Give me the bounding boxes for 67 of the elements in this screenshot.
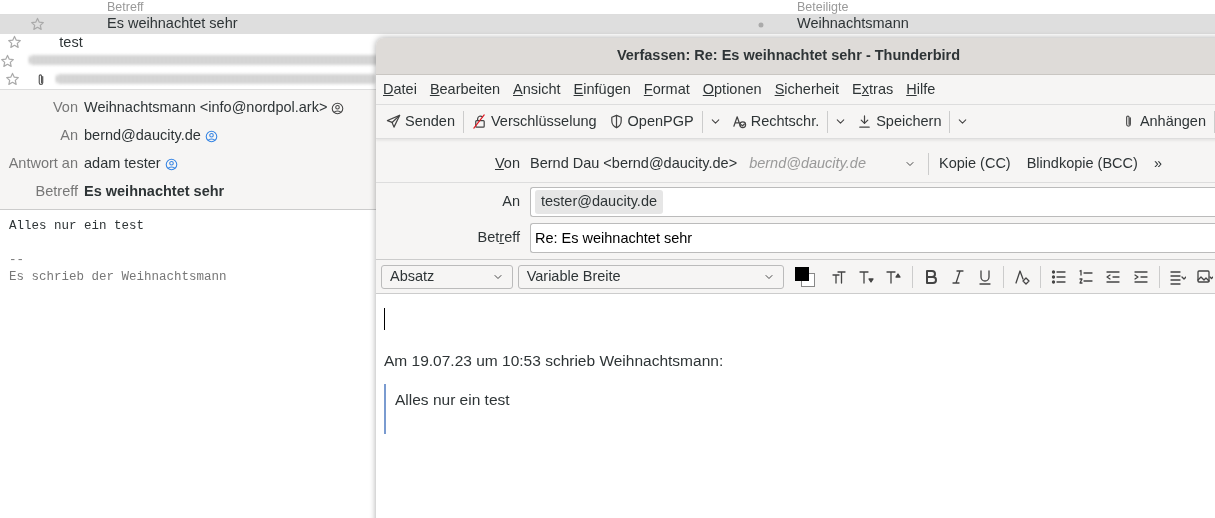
field-label: Von [52,98,79,118]
font-smaller-icon [858,268,875,285]
menu-item[interactable]: Ansicht [513,78,568,101]
contact-name: Weihnachtsmann <info@nordpol.ark> [84,98,328,118]
attribution-text: Am 19.07.23 um 10:53 schrieb Weihnachtsmann: [384,351,724,371]
message-subject: test [59,33,83,50]
lock-icon [472,114,487,129]
signature-text: Es schrieb der Weihnachtsmann [9,269,227,286]
correspondent: Weihnachtsmann [797,14,909,34]
star-icon[interactable] [30,16,45,32]
message-row[interactable]: test [0,33,376,52]
message-row[interactable]: Es weihnachtet sehr Weihnachtsmann [0,15,1215,34]
message-text: Alles nur ein test [9,218,145,235]
menu-item[interactable]: Format [643,78,697,101]
contact-name: bernd@daucity.de [84,126,201,146]
toolbar-button[interactable]: Anhängen [1114,108,1212,135]
menu-item[interactable]: Einfügen [573,78,638,101]
subject-text: Es weihnachtet sehr [84,182,225,202]
field-label: Von [494,153,521,173]
menu-item[interactable]: Hilfe [906,78,943,101]
download-icon [857,114,873,129]
recipient-field[interactable]: tester@daucity.de [530,187,1215,217]
star-icon[interactable] [6,35,22,51]
field-label: Betreff [476,228,521,248]
quoted-text: Alles nur ein test [395,391,510,409]
numbered-list-icon [1078,268,1095,285]
bulleted-list-icon [1051,268,1068,285]
menu-item[interactable]: Extras [852,78,901,101]
image-icon [1196,268,1213,285]
align-icon [1169,268,1186,285]
toolbar-button[interactable]: Rechtschr. [725,108,826,135]
font-larger-icon [885,268,902,285]
more-button[interactable]: » [1145,152,1170,175]
sender-dropdown[interactable]: Bernd Dau <bernd@daucity.de> bernd@daucity.de [530,152,926,175]
field-label: An [59,126,79,146]
shield-icon [608,114,624,129]
contact-name: adam tester [84,154,161,174]
paragraph-select[interactable]: Absatz [381,264,513,289]
message-editor[interactable]: Am 19.07.23 um 10:53 schrieb Weihnachtsmann: Alles nur ein test [376,294,1215,518]
toolbar-button[interactable]: Speichern [851,108,948,135]
signature-separator: -- [9,252,24,269]
toolbar-button[interactable]: Verschlüsselung [466,108,603,135]
header-link[interactable]: Kopie (CC) [930,152,1019,175]
recipient-pill[interactable]: tester@daucity.de [535,190,663,214]
menu-item[interactable]: Bearbeiten [429,78,507,101]
star-icon[interactable] [0,53,15,69]
menu-item[interactable]: Datei [383,78,424,101]
window-title: Verfassen: Re: Es weihnachtet sehr - Thunderbird [616,46,961,66]
contact-icon[interactable] [331,101,345,115]
message-subject: Es weihnachtet sehr [107,15,238,32]
field-label: An [501,192,521,212]
clear-format-icon [1014,268,1030,285]
menu-item[interactable]: Optionen [702,78,769,101]
toolbar-button[interactable]: OpenPGP [602,108,700,135]
field-label: Betreff [34,182,79,202]
indent-icon [1132,268,1149,285]
subject-field[interactable]: Re: Es weihnachtet sehr [530,223,1215,253]
spellcheck-icon [731,114,747,129]
font-size-icon [831,268,848,285]
field-label: Antwort an [7,154,79,174]
toolbar-button[interactable]: Senden [380,108,461,135]
outdent-icon [1105,268,1122,285]
send-icon [386,114,401,129]
menu-item[interactable]: Sicherheit [774,78,847,101]
header-link[interactable]: Blindkopie (BCC) [1018,152,1146,175]
star-icon[interactable] [5,72,21,88]
font-select[interactable]: Variable Breite [517,264,785,289]
